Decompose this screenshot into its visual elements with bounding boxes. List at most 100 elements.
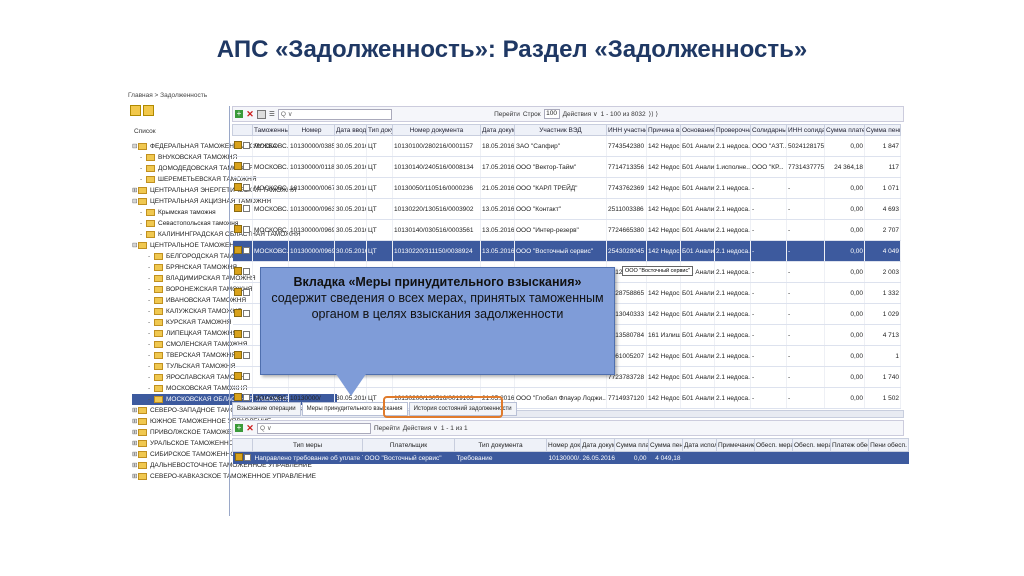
table-row[interactable]: МОСКОВС... 10130000/0969 30.05.2016 ЦТ 10130…	[232, 240, 901, 262]
row-checkbox[interactable]	[244, 454, 252, 461]
column-header[interactable]: Дата исполне	[682, 438, 717, 452]
document-icon[interactable]	[233, 330, 242, 338]
tree-node[interactable]: ⊞ СЕВЕРО-КАВКАЗСКОЕ ТАМОЖЕННОЕ УПРАВЛЕНИЕ	[132, 471, 337, 482]
delete-icon[interactable]: ✕	[246, 110, 254, 119]
row-checkbox[interactable]	[243, 394, 251, 401]
rows-select[interactable]: 100	[543, 109, 560, 119]
table-cell: 10130000/0969	[288, 219, 335, 241]
row-checkbox[interactable]	[243, 226, 251, 233]
tree-node-label: ЛИПЕЦКАЯ ТАМОЖНЯ	[166, 330, 238, 337]
column-header[interactable]: Участник ВЭД	[514, 124, 607, 136]
column-header[interactable]: ИНН солидарн	[786, 124, 825, 136]
column-header[interactable]: Дата докуме	[580, 438, 615, 452]
column-header[interactable]	[232, 124, 253, 136]
table-cell: 4 693	[864, 198, 901, 220]
folder-icon[interactable]	[130, 105, 141, 116]
next-page-icon[interactable]: ⟩⟩ ⟩	[649, 110, 658, 118]
row-checkbox[interactable]	[243, 205, 251, 212]
column-header[interactable]: Тип докуме	[366, 124, 393, 136]
table-row[interactable]: МОСКОВС... 10130000/0385 30.05.2016 ЦТ 10130…	[232, 135, 901, 157]
sub-actions-menu[interactable]: Действия ∨	[403, 424, 438, 432]
table-cell: 142 Недос...	[646, 345, 681, 367]
row-checkbox[interactable]	[243, 163, 251, 170]
column-header[interactable]: Плательщик	[362, 438, 455, 452]
table-cell: 0,00	[824, 282, 865, 304]
document-icon[interactable]	[233, 141, 242, 149]
refresh-icon[interactable]	[143, 105, 154, 116]
row-controls	[232, 177, 253, 199]
table-row[interactable]: МОСКОВС... 10130000/0118 30.05.2016 ЦТ 10130…	[232, 156, 901, 178]
document-icon[interactable]	[233, 393, 242, 401]
document-icon[interactable]	[233, 225, 242, 233]
column-header[interactable]: Проверочная	[714, 124, 751, 136]
row-checkbox[interactable]	[243, 247, 251, 254]
column-header[interactable]: Причина взы	[646, 124, 681, 136]
row-checkbox[interactable]	[243, 310, 251, 317]
column-header[interactable]: Номер документа	[392, 124, 481, 136]
column-header[interactable]: Сумма платежа	[824, 124, 865, 136]
sub-goto-button[interactable]: Перейти	[374, 425, 400, 432]
folder-icon	[138, 450, 147, 458]
table-row[interactable]: Направлено требование об уплате ТП ООО "В…	[232, 451, 909, 464]
delete-icon[interactable]: ✕	[246, 424, 254, 433]
document-icon[interactable]	[233, 246, 242, 254]
breadcrumb[interactable]: Главная > Задолженность	[128, 92, 207, 99]
document-icon[interactable]	[233, 351, 242, 359]
column-header[interactable]: Сумма пени	[864, 124, 901, 136]
folder-icon	[154, 285, 163, 293]
row-checkbox[interactable]	[243, 142, 251, 149]
column-header[interactable]: ИНН участника	[606, 124, 647, 136]
row-checkbox[interactable]	[243, 289, 251, 296]
row-checkbox[interactable]	[243, 373, 251, 380]
table-cell: 30.05.2016	[334, 198, 367, 220]
document-icon[interactable]	[233, 372, 242, 380]
save-icon[interactable]	[257, 109, 266, 119]
column-header[interactable]: Дата ввода	[334, 124, 367, 136]
row-checkbox[interactable]	[243, 352, 251, 359]
column-header[interactable]: Обесп. мера	[792, 438, 831, 452]
column-header[interactable]: Номер докум	[546, 438, 581, 452]
column-header[interactable]: Таможенный	[252, 124, 289, 136]
document-icon[interactable]	[233, 309, 242, 317]
column-header[interactable]: Сумма платеж	[614, 438, 649, 452]
column-header[interactable]: Примечание	[716, 438, 755, 452]
add-icon[interactable]: +	[235, 424, 243, 432]
sub-search-input[interactable]: Q ∨	[257, 422, 371, 434]
document-icon[interactable]	[233, 183, 242, 191]
table-cell: 0,00	[824, 261, 865, 283]
table-row[interactable]: МОСКОВС... 10130000/0067 30.05.2016 ЦТ 10130…	[232, 177, 901, 199]
folder-icon	[154, 307, 163, 315]
actions-menu[interactable]: Действия ∨	[563, 110, 598, 118]
column-header[interactable]: Тип документа	[454, 438, 547, 452]
table-cell: -	[786, 345, 825, 367]
column-header[interactable]: Обесп. мера	[754, 438, 793, 452]
column-header[interactable]: Дата докуме	[480, 124, 515, 136]
document-icon[interactable]	[233, 288, 242, 296]
column-header[interactable]: Платеж обес	[830, 438, 869, 452]
main-toolbar: + ✕ ☰ Q ∨ Перейти Строк 100 Действия ∨ 1…	[232, 106, 904, 122]
search-input[interactable]: Q ∨	[277, 108, 392, 120]
column-header[interactable]: Сумма пени	[648, 438, 683, 452]
goto-button[interactable]: Перейти	[494, 111, 520, 118]
row-checkbox[interactable]	[243, 268, 251, 275]
column-header[interactable]: Номер	[288, 124, 335, 136]
folder-icon	[138, 439, 147, 447]
table-row[interactable]: МОСКОВС... 10130000/0969 30.05.2016 ЦТ 10130…	[232, 219, 901, 241]
column-header[interactable]: Основание ц	[680, 124, 715, 136]
document-icon[interactable]	[233, 267, 242, 275]
column-header[interactable]: Тип меры	[252, 438, 363, 452]
add-icon[interactable]: +	[235, 110, 243, 118]
column-header[interactable]	[232, 438, 253, 452]
table-cell: МОСКОВС...	[252, 156, 289, 178]
menu-icon[interactable]: ☰	[269, 110, 275, 118]
document-icon[interactable]	[233, 162, 242, 170]
subtab[interactable]: Взыскание операции	[232, 402, 301, 416]
row-checkbox[interactable]	[243, 331, 251, 338]
document-icon[interactable]	[234, 453, 243, 461]
document-icon[interactable]	[233, 204, 242, 212]
column-header[interactable]: Пени обесп.	[868, 438, 909, 452]
row-checkbox[interactable]	[243, 184, 251, 191]
splitter[interactable]	[229, 106, 230, 516]
column-header[interactable]: Солидарные	[750, 124, 787, 136]
table-row[interactable]: МОСКОВС... 10130000/0963 30.05.2016 ЦТ 10130…	[232, 198, 901, 220]
